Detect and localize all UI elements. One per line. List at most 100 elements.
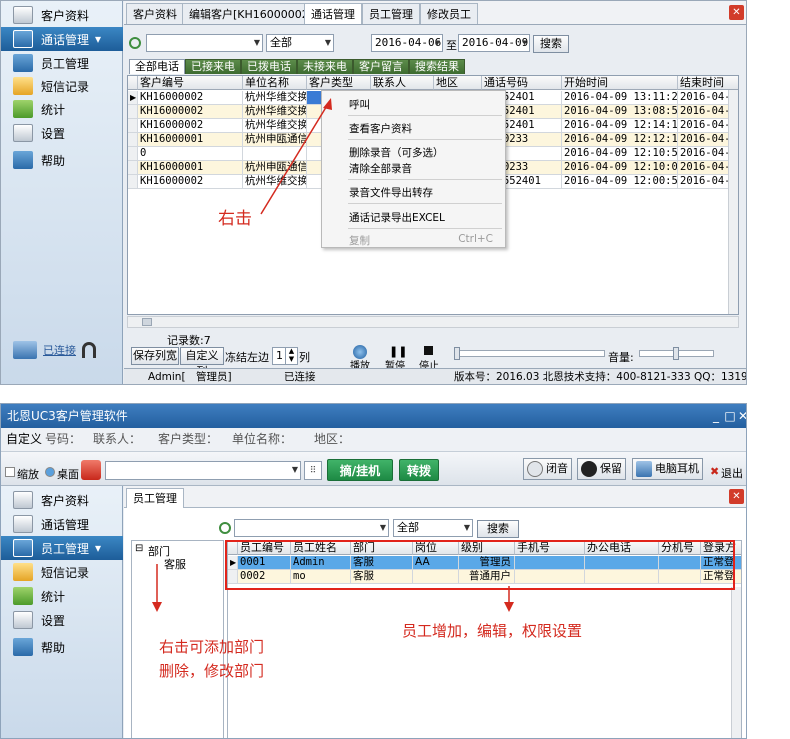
menu-item-export-recording[interactable]: 录音文件导出转存 (349, 185, 433, 200)
menu-item-copy[interactable]: 复制 (349, 233, 370, 248)
stepper-arrows-icon[interactable]: ▲ ▼ (285, 347, 297, 364)
menu-item-view-customer[interactable]: 查看客户资料 (349, 121, 412, 136)
column-header[interactable]: 通话号码 (482, 76, 562, 90)
hold-button[interactable]: 保留 (577, 458, 626, 480)
sidebar-item-sms[interactable]: 短信记录 (1, 560, 123, 584)
type-select[interactable]: 全部 (266, 34, 334, 52)
sidebar-item-staff[interactable]: 员工管理 (1, 51, 123, 75)
subtab-search-results[interactable]: 搜索结果 (409, 59, 465, 74)
close-icon[interactable]: ✕ (736, 409, 746, 423)
table-cell[interactable]: KH16000001 (138, 133, 243, 147)
close-tab-icon[interactable]: ✕ (729, 489, 744, 504)
search-button[interactable]: 搜索 (533, 35, 569, 53)
keyword-input[interactable] (146, 34, 263, 52)
subtab-received[interactable]: 已接来电 (185, 59, 241, 74)
table-cell[interactable]: 2016-04-09 12:10:52 (562, 147, 678, 161)
subtab-dialed[interactable]: 已拨电话 (241, 59, 297, 74)
minimize-icon[interactable]: _ (709, 409, 723, 423)
volume-slider[interactable] (639, 347, 714, 360)
sidebar-item-staff[interactable]: 员工管理 ▾ (1, 536, 123, 560)
sidebar-item-customers[interactable]: 客户资料 (1, 3, 123, 27)
table-cell[interactable]: KH16000002 (138, 175, 243, 189)
column-header[interactable]: 客户类型 (307, 76, 371, 90)
table-cell[interactable]: 0 (138, 147, 243, 161)
menu-item-delete-recording[interactable]: 删除录音（可多选） (349, 145, 444, 160)
column-header[interactable]: 地区 (434, 76, 482, 90)
mute-button[interactable]: 闭音 (523, 458, 572, 480)
sidebar-item-settings[interactable]: 设置 (1, 121, 123, 145)
sidebar-item-label: 员工管理 (41, 541, 90, 556)
table-cell[interactable]: KH16000001 (138, 161, 243, 175)
dial-number-input[interactable] (105, 461, 301, 480)
table-cell[interactable]: 2016-04-09 12:10:09 (562, 161, 678, 175)
menu-item-clear-recordings[interactable]: 清除全部录音 (349, 161, 412, 176)
pickup-hangup-button[interactable]: 摘/挂机 (327, 459, 393, 481)
progress-slider[interactable] (454, 347, 605, 360)
menu-item-export-excel[interactable]: 通话记录导出EXCEL (349, 210, 445, 225)
horizontal-scrollbar[interactable] (127, 316, 739, 328)
tab-edit-customer[interactable]: 编辑客户[KH16000002] (182, 3, 321, 24)
tab-staff[interactable]: 员工管理 (362, 3, 420, 24)
sidebar-item-settings[interactable]: 设置 (1, 608, 123, 632)
tab-edit-staff[interactable]: 修改员工 (420, 3, 478, 24)
subtab-messages[interactable]: 客户留言 (353, 59, 409, 74)
dialpad-icon[interactable]: ⠿ (304, 461, 322, 480)
menu-item-call[interactable]: 呼叫 (349, 97, 370, 112)
sidebar-item-customers[interactable]: 客户资料 (1, 488, 123, 512)
sidebar-item-sms[interactable]: 短信记录 (1, 74, 123, 98)
right-click-annotation: 右击 (218, 209, 252, 229)
save-column-width-button[interactable]: 保存列宽 (131, 347, 179, 365)
subtab-missed[interactable]: 未接来电 (297, 59, 353, 74)
type-select[interactable]: 全部 (393, 519, 473, 537)
custom-columns-button[interactable]: 自定义列 (180, 347, 224, 378)
playback-controls: 保存列宽 自定义列 冻结左边 1 ▲▼ 列 播放 ❚❚ 暂停 停止 音量: (127, 345, 746, 378)
exit-label[interactable]: 退出 (721, 465, 743, 481)
vertical-scrollbar[interactable] (728, 90, 738, 314)
status-user: Admin[ (148, 371, 186, 383)
sidebar-item-calls[interactable]: 通话管理 (1, 512, 123, 536)
stop-icon[interactable] (424, 346, 433, 355)
table-cell[interactable]: 2016-04-09 12:12:16 (562, 133, 678, 147)
search-button[interactable]: 搜索 (477, 520, 519, 538)
maximize-icon[interactable]: □ (723, 409, 737, 423)
column-header[interactable]: 联系人 (371, 76, 434, 90)
headset-icon (82, 342, 96, 358)
zoom-checkbox[interactable] (5, 467, 15, 477)
desktop-radio[interactable] (45, 467, 55, 477)
subtab-all-calls[interactable]: 全部电话 (129, 59, 185, 74)
pc-headset-button[interactable]: 电脑耳机 (632, 458, 703, 480)
exit-icon[interactable]: ✖ (710, 465, 719, 478)
table-cell[interactable]: 2016-04-09 12:00:52 (562, 175, 678, 189)
table-cell[interactable]: KH16000002 (138, 105, 243, 119)
column-header[interactable]: 开始时间 (562, 76, 678, 90)
tab-customers[interactable]: 客户资料 (126, 3, 184, 24)
annotation-arrow (260, 98, 332, 215)
sidebar-item-stats[interactable]: 统计 (1, 97, 123, 121)
table-cell[interactable]: 2016-04-09 13:11:27 (562, 91, 678, 105)
tab-calls[interactable]: 通话管理 (304, 3, 362, 24)
column-header[interactable]: 单位名称 (243, 76, 307, 90)
envelope-icon (13, 563, 33, 581)
column-header[interactable]: 结束时间 (678, 76, 738, 90)
tab-staff[interactable]: 员工管理 (126, 488, 184, 508)
table-cell[interactable]: KH16000002 (138, 119, 243, 133)
transfer-button[interactable]: 转拨 (399, 459, 439, 481)
keyword-input[interactable] (234, 519, 389, 537)
sidebar-item-stats[interactable]: 统计 (1, 584, 123, 608)
tree-expand-icon[interactable]: ⊟ (135, 543, 143, 554)
sidebar-item-help[interactable]: 帮助 (1, 635, 123, 659)
date-range-label: 至 (446, 39, 457, 52)
sidebar-item-help[interactable]: 帮助 (1, 148, 123, 172)
sidebar-item-calls[interactable]: 通话管理 ▾ (1, 27, 123, 51)
table-cell[interactable]: KH16000002 (138, 91, 243, 105)
table-cell[interactable]: 2016-04-09 13:08:55 (562, 105, 678, 119)
vertical-scrollbar[interactable] (731, 587, 741, 738)
field-number: 号码： (45, 432, 82, 446)
connection-label: 已连接 (43, 344, 76, 357)
close-tab-icon[interactable]: ✕ (729, 5, 744, 20)
table-cell[interactable]: 2016-04-09 12:14:10 (562, 119, 678, 133)
date-to-input[interactable]: 2016-04-09 (458, 34, 530, 52)
zoom-label: 缩放 (17, 468, 39, 481)
column-header[interactable]: 客户编号 (138, 76, 243, 90)
date-from-input[interactable]: 2016-04-06 (371, 34, 443, 52)
